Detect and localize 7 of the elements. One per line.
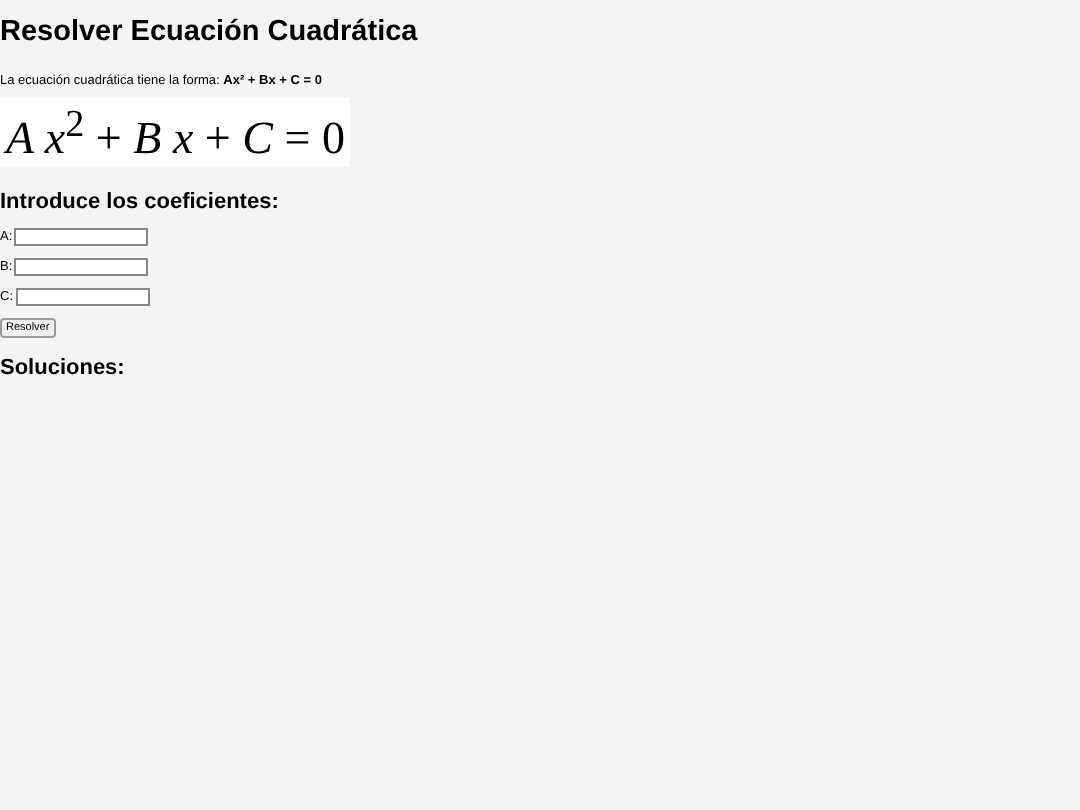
- section-heading: Soluciones:: [0, 355, 125, 382]
- equation-image: A x$^{2}$ + B x + C = 0: [0, 98, 351, 166]
- input-field[interactable]: [14, 257, 149, 276]
- input-field[interactable]: [14, 227, 149, 246]
- page-title: Resolver Ecuación Cuadrática: [0, 14, 418, 50]
- input-field[interactable]: [15, 287, 149, 306]
- section-heading: Introduce los coeficientes:: [0, 189, 279, 216]
